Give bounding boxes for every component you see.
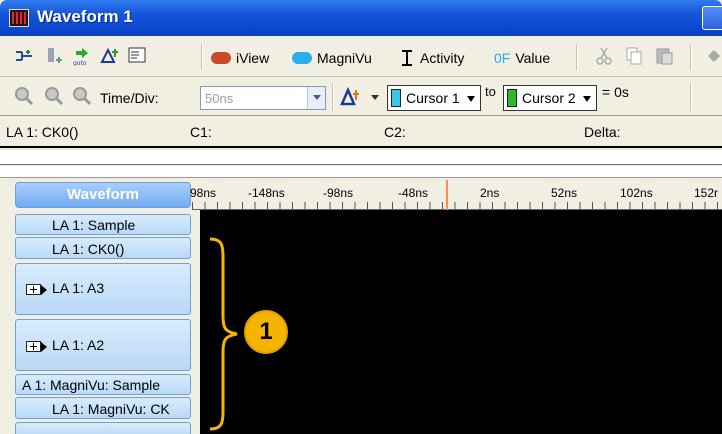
delta-time-icon (340, 86, 359, 106)
properties-icon[interactable] (127, 45, 147, 65)
cursor1-swatch (391, 89, 401, 107)
trigger-marker[interactable] (446, 180, 448, 210)
tick-label: 52ns (551, 186, 578, 200)
signal-row-sample[interactable]: LA 1: Sample (15, 214, 191, 235)
paste-icon[interactable] (654, 46, 674, 66)
to-label: to (485, 84, 496, 99)
delta-time-icon[interactable] (100, 46, 120, 66)
callout-badge: 1 (244, 310, 288, 354)
info-c2: C2: (384, 124, 406, 140)
delta-result: = 0s (602, 84, 629, 100)
iview-label: iView (236, 50, 270, 66)
magnivu-button[interactable]: MagniVu (292, 46, 372, 70)
signal-label: LA 1: CK0() (52, 241, 125, 257)
cursor2-select[interactable]: Cursor 2 (503, 85, 597, 111)
add-signal-icon[interactable] (14, 46, 34, 66)
info-delta: Delta: (584, 124, 621, 140)
zoom-fit-icon[interactable] (72, 86, 92, 106)
tick-label: 152r (694, 186, 719, 200)
timediv-combo[interactable]: 50ns (200, 86, 326, 110)
magnivu-label: MagniVu (317, 50, 372, 66)
chevron-down-icon (371, 95, 379, 100)
signal-row-a2[interactable]: LA 1: A2 (15, 319, 191, 371)
value-icon: 0F (494, 50, 511, 66)
iview-icon (211, 52, 231, 64)
more-tools-icon[interactable] (704, 46, 722, 66)
signal-row-magnivu-ck[interactable]: LA 1: MagniVu: CK (15, 397, 191, 419)
cut-icon[interactable] (594, 46, 614, 66)
overview-strip-2 (0, 166, 722, 178)
time-ruler[interactable]: 98ns -148ns -98ns -48ns 2ns 52ns 102ns 1… (190, 180, 722, 210)
value-button[interactable]: 0F Value (494, 46, 550, 70)
chevron-down-icon (583, 96, 591, 102)
ruler-ticks (192, 202, 722, 210)
activity-button[interactable]: Activity (400, 46, 464, 70)
title-bar[interactable]: Waveform 1 (0, 0, 722, 36)
signal-list: LA 1: Sample LA 1: CK0() LA 1: A3 LA 1: … (0, 210, 200, 434)
cursor2-swatch (507, 89, 517, 107)
activity-icon (402, 50, 412, 66)
timediv-label: Time/Div: (100, 90, 159, 106)
signal-label: LA 1: A3 (52, 280, 105, 296)
delta-measure-button[interactable] (340, 85, 380, 109)
chevron-down-icon (313, 95, 321, 100)
waveform-window: Waveform 1 goto iView MagniVu Activity 0… (0, 0, 722, 434)
tick-label: -98ns (323, 186, 354, 200)
goto-icon[interactable]: goto (72, 46, 92, 66)
signal-label: LA 1: A2 (52, 337, 105, 353)
iview-button[interactable]: iView (211, 46, 269, 70)
cursor1-select[interactable]: Cursor 1 (387, 85, 481, 111)
window-control-button[interactable] (702, 6, 722, 30)
add-marker-icon[interactable] (44, 46, 64, 66)
signal-row-magnivu-sample[interactable]: A 1: MagniVu: Sample (15, 374, 191, 395)
signal-label: A 1: MagniVu: Sample (22, 377, 161, 393)
cursor2-label: Cursor 2 (522, 90, 576, 106)
tick-label: -48ns (398, 186, 429, 200)
waveform-app-icon (9, 9, 29, 27)
signal-label: LA 1: Sample (52, 217, 136, 233)
activity-label: Activity (420, 50, 465, 66)
timediv-dropdown-button[interactable] (307, 87, 325, 109)
zoom-out-icon[interactable] (44, 86, 64, 106)
waveform-tab[interactable]: Waveform (15, 182, 191, 208)
copy-icon[interactable] (624, 46, 644, 66)
expand-group-icon[interactable] (26, 341, 47, 352)
signal-row-ck0[interactable]: LA 1: CK0() (15, 237, 191, 259)
info-signal: LA 1: CK0() (6, 124, 79, 140)
cursor-info-bar: LA 1: CK0() C1: C2: Delta: (0, 116, 722, 148)
zoom-in-icon[interactable] (14, 86, 34, 106)
magnivu-icon (292, 52, 312, 64)
value-label: Value (515, 50, 551, 66)
tick-label: 2ns (480, 186, 500, 200)
cursor1-label: Cursor 1 (406, 90, 460, 106)
svg-text:goto: goto (73, 60, 87, 66)
signal-row-a3[interactable]: LA 1: A3 (15, 263, 191, 315)
signal-label: LA 1: MagniVu: CK (52, 401, 170, 417)
window-title: Waveform 1 (37, 7, 133, 26)
info-c1: C1: (190, 124, 212, 140)
tick-label: 102ns (620, 186, 653, 200)
timediv-value: 50ns (205, 91, 234, 106)
signal-row-next[interactable] (15, 422, 191, 434)
tick-label: 98ns (190, 186, 217, 200)
chevron-down-icon (467, 96, 475, 102)
overview-strip (0, 150, 722, 165)
expand-group-icon[interactable] (26, 284, 47, 295)
main-toolbar: goto iView MagniVu Activity 0F Value (0, 36, 722, 77)
tick-label: -148ns (248, 186, 285, 200)
